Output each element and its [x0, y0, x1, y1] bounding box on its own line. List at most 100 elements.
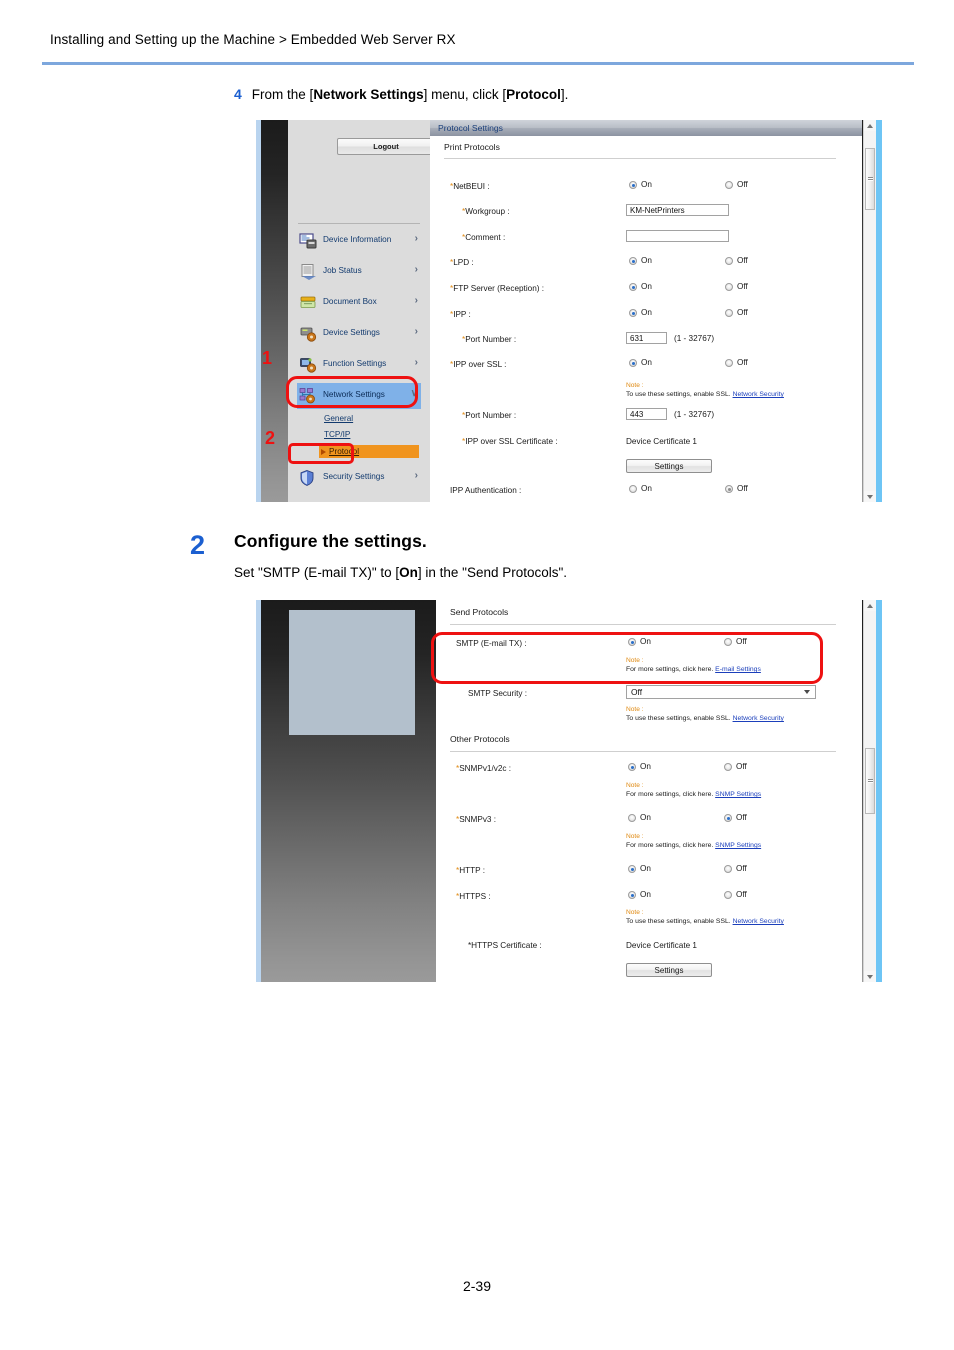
scroll-up-button[interactable]: [864, 600, 876, 611]
scroll-down-button[interactable]: [864, 971, 876, 982]
arrow-up-icon: [867, 124, 873, 128]
note-label-snmpv3: Note :: [626, 833, 644, 840]
netbeui-off-label: Off: [737, 180, 748, 189]
annotation-marker-1: 1: [262, 348, 273, 368]
ssl-port-value: 443: [630, 410, 644, 419]
http-on-radio[interactable]: [628, 865, 636, 873]
step-2-number: 2: [190, 530, 206, 560]
field-label-workgroup: *Workgroup :: [462, 207, 510, 216]
ipp-off-radio[interactable]: [725, 309, 733, 317]
sidebar-item-device-settings[interactable]: Device Settings ›: [297, 321, 421, 347]
netbeui-off-radio[interactable]: [725, 181, 733, 189]
annotation-box-smtp: [431, 632, 823, 684]
ipp-auth-off-radio[interactable]: [725, 485, 733, 493]
step-4-text-1: From the [: [251, 87, 314, 102]
job-status-icon: [299, 263, 319, 281]
document-page: Installing and Setting up the Machine > …: [0, 0, 954, 1350]
snmpv3-off-label: Off: [736, 813, 747, 822]
ipp-port-range: (1 - 32767): [674, 334, 715, 343]
page-number: 2-39: [462, 1278, 492, 1294]
ssl-port-range: (1 - 32767): [674, 410, 715, 419]
snmpv1-on-radio[interactable]: [628, 763, 636, 771]
field-label-ftp-server: *FTP Server (Reception) :: [450, 284, 545, 293]
note-label: Note :: [626, 382, 644, 389]
sidebar-item-function-settings[interactable]: Function Settings ›: [297, 352, 421, 378]
ipp-auth-on-label: On: [641, 484, 652, 493]
sidebar-divider: [298, 223, 420, 224]
field-label-port-number-ipp: *Port Number :: [462, 335, 517, 344]
network-security-link[interactable]: Network Security: [733, 391, 784, 398]
note-text-snmpv3: For more settings, click here. SNMP Sett…: [626, 842, 761, 849]
field-label-ipp: *IPP :: [450, 310, 471, 319]
netbeui-on-label: On: [641, 180, 652, 189]
sidebar-sublink-tcpip[interactable]: TCP/IP: [324, 430, 350, 439]
sidebar-sublink-general[interactable]: General: [324, 414, 353, 423]
chevron-right-icon: ›: [414, 233, 418, 244]
sidebar-item-label: Function Settings: [323, 359, 387, 368]
ipp-ssl-settings-button[interactable]: Settings: [626, 459, 712, 473]
lpd-on-label: On: [641, 256, 652, 265]
note-text: To use these settings, enable SSL.: [626, 918, 731, 925]
scrollbar-thumb[interactable]: [865, 748, 875, 814]
netbeui-on-radio[interactable]: [629, 181, 637, 189]
smtp-security-dropdown[interactable]: Off: [626, 685, 816, 699]
sidebar-placeholder-block: [289, 610, 415, 735]
panel-title-bar: Protocol Settings: [430, 120, 862, 136]
function-settings-icon: [299, 356, 319, 374]
network-security-link[interactable]: Network Security: [733, 918, 784, 925]
step-4-text-3: ].: [560, 87, 569, 102]
https-off-radio[interactable]: [724, 891, 732, 899]
field-label-ipp-authentication: IPP Authentication :: [450, 486, 522, 495]
sidebar-item-security-settings[interactable]: Security Settings ›: [297, 465, 421, 491]
field-label-ipp-ssl-certificate: *IPP over SSL Certificate :: [462, 437, 558, 446]
note-text-ssl: To use these settings, enable SSL. Netwo…: [626, 391, 784, 398]
sidebar-item-document-box[interactable]: Document Box ›: [297, 290, 421, 316]
sidebar-item-job-status[interactable]: Job Status ›: [297, 259, 421, 285]
sidebar-item-label: Document Box: [323, 297, 377, 306]
scroll-up-button[interactable]: [864, 120, 876, 131]
ftp-off-label: Off: [737, 282, 748, 291]
https-settings-button[interactable]: Settings: [626, 963, 712, 977]
section-divider-send: [450, 624, 836, 625]
snmpv1-on-label: On: [640, 762, 651, 771]
snmpv3-off-radio[interactable]: [724, 814, 732, 822]
arrow-down-icon: [867, 495, 873, 499]
snmpv3-on-radio[interactable]: [628, 814, 636, 822]
step-4-bold-protocol: Protocol: [506, 87, 561, 102]
snmp-settings-link[interactable]: SNMP Settings: [715, 791, 761, 798]
ftp-on-radio[interactable]: [629, 283, 637, 291]
http-off-radio[interactable]: [724, 865, 732, 873]
ftp-off-radio[interactable]: [725, 283, 733, 291]
https-on-radio[interactable]: [628, 891, 636, 899]
note-label-snmpv1: Note :: [626, 782, 644, 789]
field-label-netbeui: *NetBEUI :: [450, 182, 490, 191]
http-off-label: Off: [736, 864, 747, 873]
ipp-on-radio[interactable]: [629, 309, 637, 317]
logout-button[interactable]: Logout: [337, 138, 430, 155]
scroll-down-button[interactable]: [864, 491, 876, 502]
panel-scrollbar[interactable]: [863, 120, 876, 502]
https-certificate-value: Device Certificate 1: [626, 941, 697, 950]
workgroup-input[interactable]: KM-NetPrinters: [626, 204, 729, 216]
lpd-on-radio[interactable]: [629, 257, 637, 265]
snmpv1-off-radio[interactable]: [724, 763, 732, 771]
ipp-ssl-off-radio[interactable]: [725, 359, 733, 367]
ipp-auth-on-radio[interactable]: [629, 485, 637, 493]
sidebar-item-label: Job Status: [323, 266, 362, 275]
field-label-https: *HTTPS :: [456, 892, 491, 901]
comment-input[interactable]: [626, 230, 729, 242]
ipp-port-input[interactable]: 631: [626, 332, 667, 344]
section-heading-send-protocols: Send Protocols: [450, 607, 509, 617]
arrow-up-icon: [867, 604, 873, 608]
scrollbar-thumb[interactable]: [865, 148, 875, 210]
lpd-off-radio[interactable]: [725, 257, 733, 265]
step-2-desc-2: ] in the "Send Protocols".: [417, 565, 568, 580]
step-4-instruction: 4 From the [Network Settings] menu, click…: [234, 86, 568, 102]
ssl-port-input[interactable]: 443: [626, 408, 667, 420]
panel-scrollbar[interactable]: [863, 600, 876, 982]
sidebar-item-device-information[interactable]: Device Information ›: [297, 228, 421, 254]
sidebar-item-label: Device Information: [323, 235, 392, 244]
network-security-link[interactable]: Network Security: [733, 715, 784, 722]
ipp-ssl-on-radio[interactable]: [629, 359, 637, 367]
snmp-settings-link[interactable]: SNMP Settings: [715, 842, 761, 849]
